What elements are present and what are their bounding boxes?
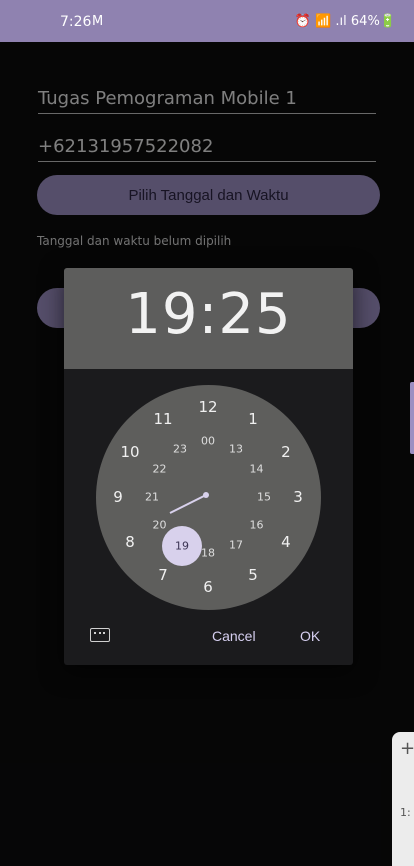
time-header: 19:25 [64,268,353,369]
hour-18[interactable]: 18 [201,547,215,560]
hour-22[interactable]: 22 [153,463,167,476]
hour-23[interactable]: 23 [173,442,187,455]
hour-15[interactable]: 15 [257,491,271,504]
hour-4[interactable]: 4 [281,533,291,551]
selected-hour-label[interactable]: 19 [175,540,189,553]
selected-time[interactable]: 19:25 [64,282,353,347]
hour-10[interactable]: 10 [121,443,140,461]
hour-3[interactable]: 3 [293,488,303,506]
keyboard-icon[interactable] [90,628,110,642]
side-panel-text: 1: [400,806,411,819]
time-picker-dialog: 19:25 12 1 2 3 4 5 6 7 8 9 10 11 00 13 14 15 16 17 18 20 21 2… [64,268,353,665]
hour-00[interactable]: 00 [201,435,215,448]
hour-11[interactable]: 11 [153,410,172,428]
hour-16[interactable]: 16 [249,519,263,532]
hour-8[interactable]: 8 [125,533,135,551]
clock-dial[interactable]: 12 1 2 3 4 5 6 7 8 9 10 11 00 13 14 15 16 17 18 20 21 22 23 19 [96,385,321,610]
hour-2[interactable]: 2 [281,443,291,461]
hour-5[interactable]: 5 [248,566,258,584]
add-icon[interactable]: + [400,738,414,759]
status-bar: 7:26 M ⏰ 📶 .ıl 64%🔋 [0,0,414,42]
hour-1[interactable]: 1 [248,410,258,428]
hour-7[interactable]: 7 [158,566,168,584]
hour-9[interactable]: 9 [113,488,123,506]
status-indicators: ⏰ 📶 .ıl 64%🔋 [294,14,396,29]
hour-12[interactable]: 12 [198,398,217,416]
hour-20[interactable]: 20 [153,519,167,532]
clock-hand [169,494,207,514]
dial-center [203,492,209,498]
hour-13[interactable]: 13 [229,442,243,455]
mail-icon: M [92,14,104,29]
hour-14[interactable]: 14 [249,463,263,476]
hour-21[interactable]: 21 [145,491,159,504]
hour-6[interactable]: 6 [203,578,213,596]
hour-17[interactable]: 17 [229,539,243,552]
status-time: 7:26 [60,14,92,30]
cancel-button[interactable]: Cancel [212,628,256,644]
ok-button[interactable]: OK [300,628,320,644]
edge-panel-handle[interactable] [410,382,414,454]
